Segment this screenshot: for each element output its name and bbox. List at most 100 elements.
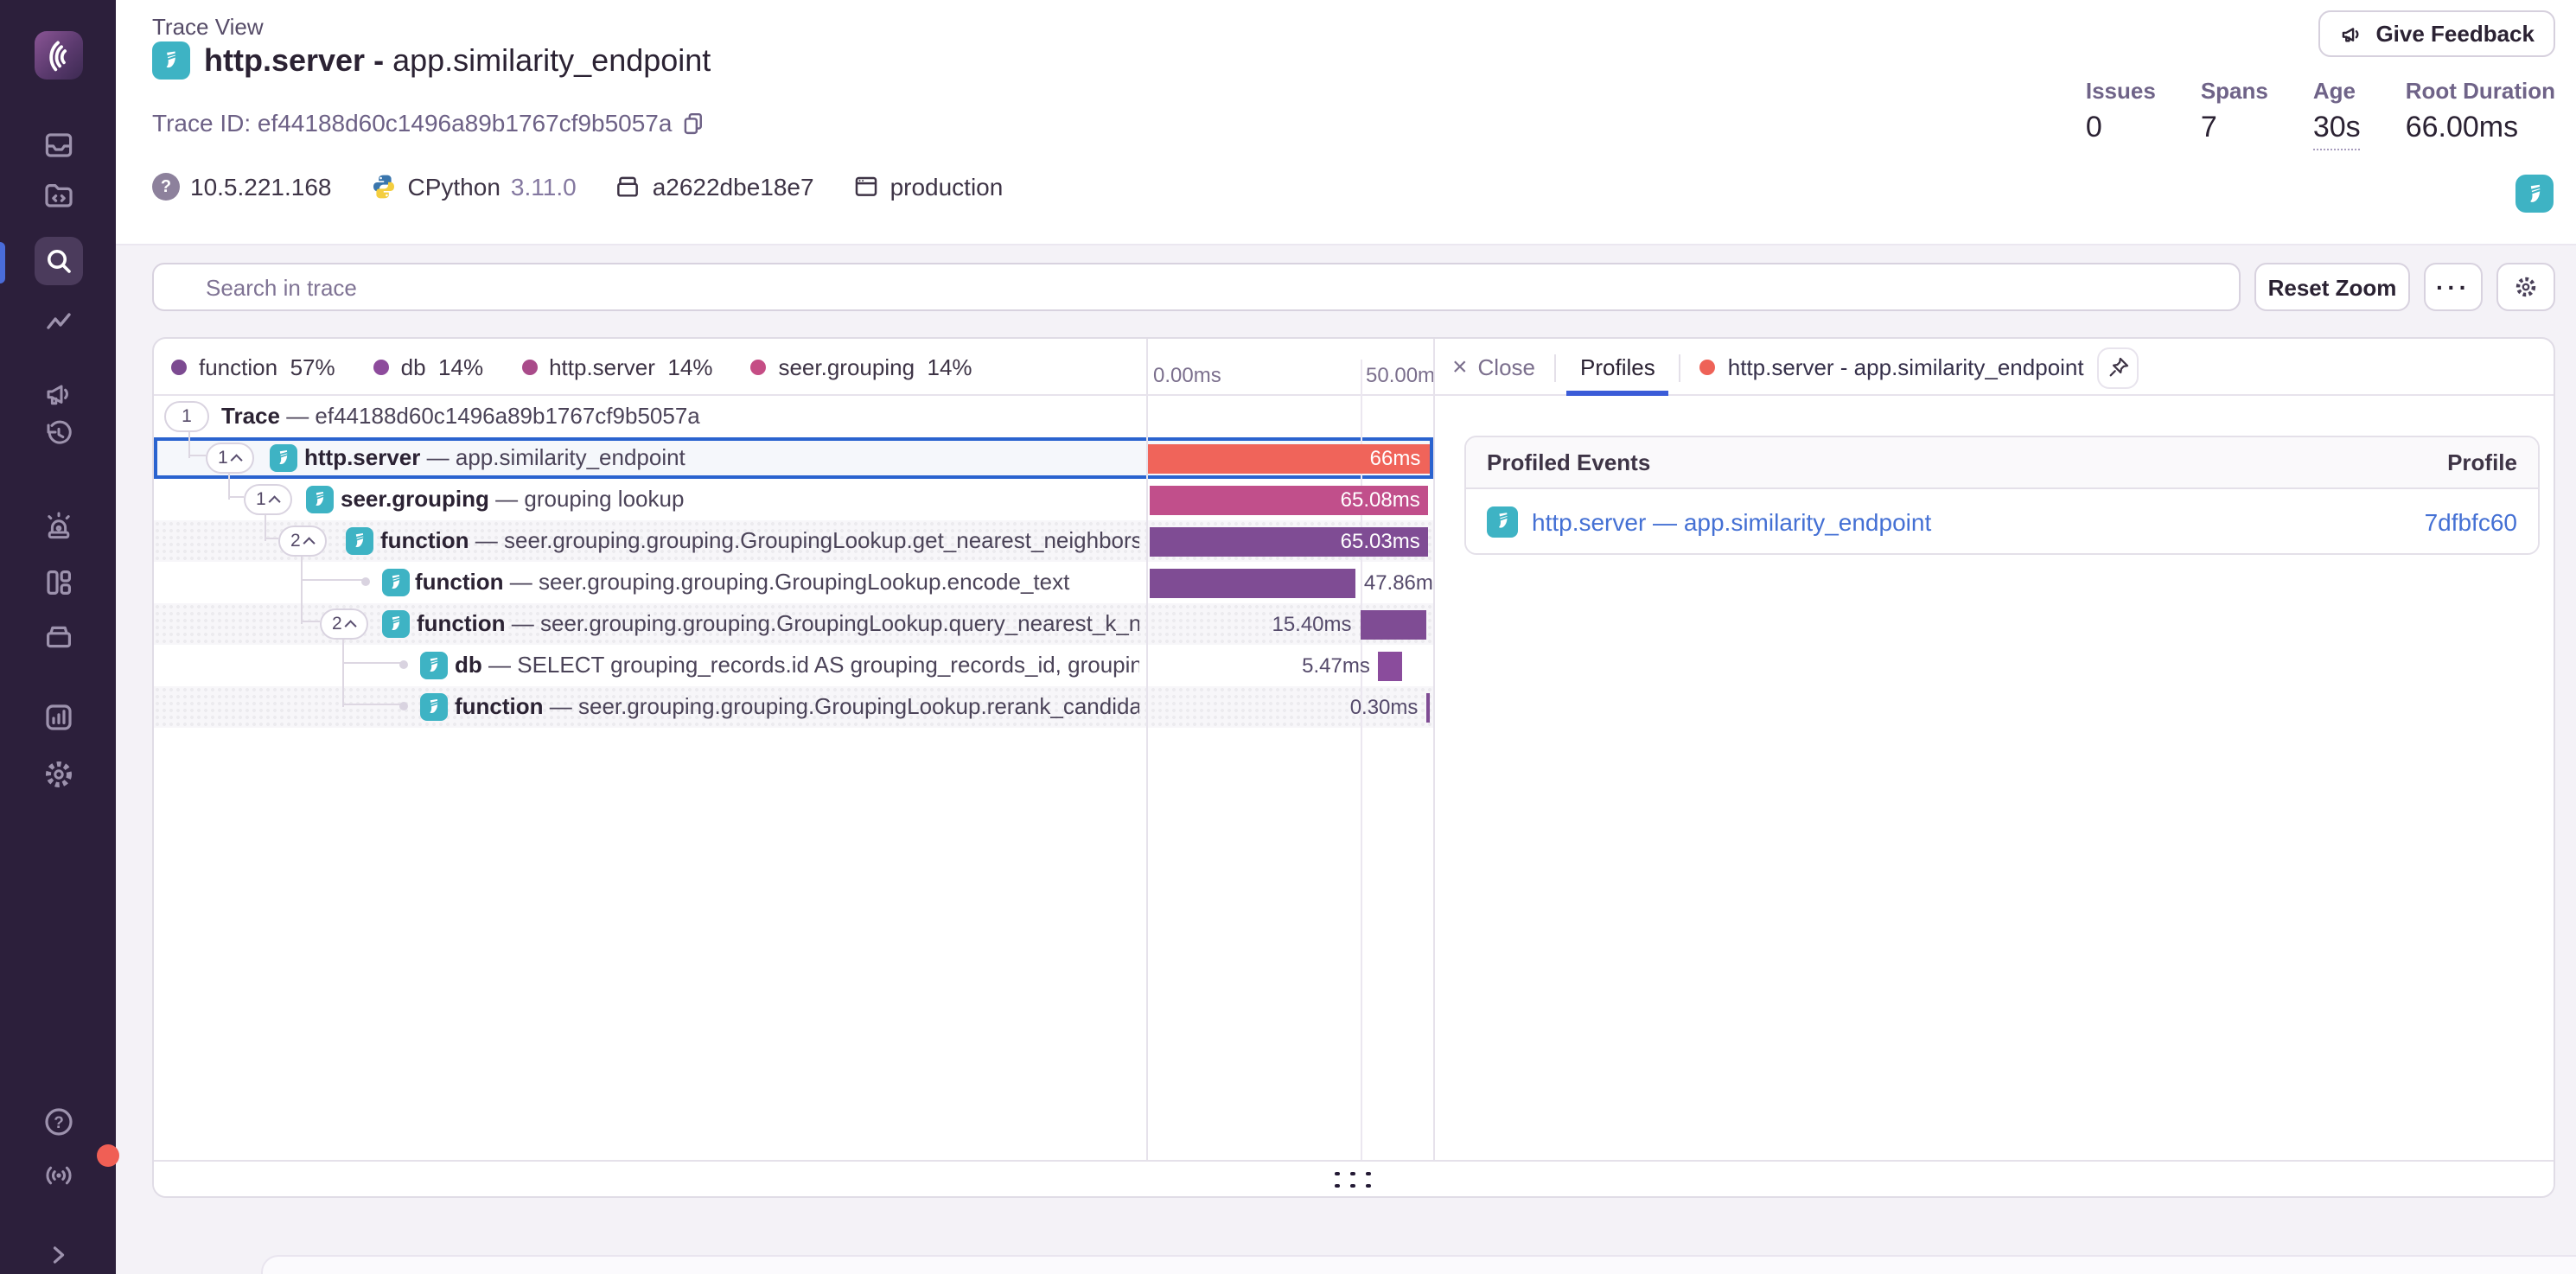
selected-span-tab[interactable]: http.server - app.similarity_endpoint	[1700, 354, 2084, 380]
axis-tick-50ms: 50.00ms	[1366, 363, 1433, 387]
search-input[interactable]	[152, 263, 2241, 311]
release-chip[interactable]: a2622dbe18e7	[615, 173, 814, 201]
runtime-chip[interactable]: CPython 3.11.0	[370, 173, 577, 201]
profiled-events-table: Profiled Events Profile http.server — ap…	[1464, 436, 2540, 555]
row-expand-pill[interactable]: 1	[244, 484, 292, 515]
unknown-user-icon: ?	[152, 173, 180, 201]
flask-span-icon	[382, 569, 410, 596]
megaphone-icon	[2339, 22, 2363, 46]
span-duration-bar[interactable]	[1361, 610, 1426, 640]
stat-spans: Spans 7	[2201, 76, 2268, 150]
sentry-logo[interactable]	[34, 31, 82, 80]
trace-row[interactable]: function — seer.grouping.grouping.Groupi…	[154, 562, 1433, 603]
row-expand-pill[interactable]: 2	[278, 526, 327, 557]
flask-span-icon	[306, 486, 334, 513]
legend-item: function 57%	[171, 354, 335, 380]
trace-row[interactable]: 1 seer.grouping — grouping lookup 65.08m…	[154, 479, 1433, 520]
table-header: Profiled Events Profile	[1466, 437, 2538, 489]
span-duration-bar[interactable]	[1426, 693, 1430, 723]
duration-label: 5.47ms	[1302, 652, 1370, 681]
span-description: function — seer.grouping.grouping.Groupi…	[415, 562, 1139, 603]
whats-new-broadcast-icon[interactable]	[34, 1151, 82, 1200]
span-description: function — seer.grouping.grouping.Groupi…	[417, 603, 1139, 645]
copy-icon[interactable]	[680, 111, 705, 135]
trace-view-app: ? Trace View http.server - app.similarit…	[0, 0, 2576, 1274]
trace-row[interactable]: 1 http.server — app.similarity_endpoint …	[154, 437, 1433, 479]
flask-span-icon	[1487, 506, 1518, 537]
legend-item: db 14%	[373, 354, 483, 380]
table-row: http.server — app.similarity_endpoint 7d…	[1466, 489, 2538, 553]
duration-label: 0.30ms	[1350, 693, 1419, 723]
span-duration-bar[interactable]: 66ms	[1146, 444, 1429, 474]
tab-divider	[1680, 354, 1681, 381]
meta-tags-row: ? 10.5.221.168 CPython 3.11.0 a2622dbe18…	[152, 173, 1003, 201]
projects-icon[interactable]	[34, 171, 82, 220]
span-duration-bar[interactable]	[1150, 569, 1355, 598]
chevron-up-icon	[303, 536, 315, 548]
trace-row[interactable]: 1 Trace — ef44188d60c1496a89b1767cf9b505…	[154, 396, 1433, 437]
header: Trace View http.server - app.similarity_…	[116, 0, 2576, 245]
duration-label: 15.40ms	[1272, 610, 1351, 640]
duration-label: 47.86ms	[1364, 569, 1433, 598]
stat-root-duration: Root Duration 66.00ms	[2406, 76, 2555, 150]
alerts-icon[interactable]	[34, 503, 82, 551]
dashboards-icon[interactable]	[34, 558, 82, 607]
row-expand-pill[interactable]: 1	[206, 443, 254, 474]
settings-icon[interactable]	[34, 750, 82, 799]
replays-icon[interactable]	[34, 410, 82, 458]
flask-project-icon	[152, 41, 190, 80]
detail-panel-divider[interactable]	[1433, 339, 1435, 1160]
trace-title: http.server - app.similarity_endpoint	[204, 42, 711, 79]
svg-text:?: ?	[53, 1114, 63, 1132]
row-waterfall: 5.47ms	[1146, 645, 1433, 686]
row-waterfall: 66ms	[1146, 437, 1433, 479]
trace-row[interactable]: 2 function — seer.grouping.grouping.Grou…	[154, 520, 1433, 562]
row-waterfall: 65.03ms	[1146, 520, 1433, 562]
profile-id-link[interactable]: 7dfbfc60	[2425, 507, 2517, 535]
python-icon	[370, 173, 398, 201]
issues-icon[interactable]	[34, 121, 82, 169]
time-axis: 0.00ms 50.00ms	[1146, 339, 1433, 396]
flask-span-icon	[420, 693, 448, 721]
trace-stats: Issues 0 Spans 7 Age 30s Root Duration 6…	[2086, 76, 2555, 150]
trace-row[interactable]: function — seer.grouping.grouping.Groupi…	[154, 686, 1433, 728]
row-waterfall	[1146, 396, 1433, 437]
help-icon[interactable]: ?	[34, 1098, 82, 1146]
stats-icon[interactable]	[34, 693, 82, 742]
sidebar: ?	[0, 0, 116, 1274]
span-duration-bar[interactable]: 65.08ms	[1150, 486, 1429, 515]
row-expand-pill[interactable]: 1	[164, 401, 209, 432]
expand-sidebar-icon[interactable]	[34, 1231, 82, 1274]
releases-icon[interactable]	[34, 612, 82, 660]
tab-profiles[interactable]: Profiles	[1575, 339, 1661, 396]
trace-settings-button[interactable]	[2496, 263, 2555, 311]
row-expand-pill[interactable]: 2	[320, 608, 368, 640]
more-options-button[interactable]: ···	[2424, 263, 2483, 311]
metrics-icon[interactable]	[34, 299, 82, 347]
trace-row[interactable]: db — SELECT grouping_records.id AS group…	[154, 645, 1433, 686]
active-nav-indicator	[0, 242, 5, 283]
environment-chip[interactable]: production	[852, 173, 1004, 201]
notification-dot	[96, 1144, 118, 1167]
reset-zoom-button[interactable]: Reset Zoom	[2254, 263, 2410, 311]
span-description: function — seer.grouping.grouping.Groupi…	[455, 686, 1139, 728]
legend-dot	[750, 360, 766, 375]
profiled-event-link[interactable]: http.server — app.similarity_endpoint	[1487, 506, 1931, 537]
span-duration-bar[interactable]: 65.03ms	[1150, 527, 1429, 557]
stat-age: Age 30s	[2313, 76, 2361, 150]
user-ip-chip[interactable]: ? 10.5.221.168	[152, 173, 332, 201]
explore-search-icon[interactable]	[34, 237, 82, 285]
trace-row[interactable]: 2 function — seer.grouping.grouping.Grou…	[154, 603, 1433, 645]
span-duration-bar[interactable]	[1379, 652, 1402, 681]
pin-tab-button[interactable]	[2098, 347, 2139, 388]
tree-waterfall-divider[interactable]	[1146, 339, 1148, 1160]
row-waterfall: 47.86ms	[1146, 562, 1433, 603]
release-box-icon	[615, 173, 642, 201]
span-name: app.similarity_endpoint	[392, 42, 711, 77]
bottom-drawer-edge[interactable]	[261, 1255, 2576, 1274]
give-feedback-button[interactable]: Give Feedback	[2318, 10, 2555, 57]
close-tab-button[interactable]: ×Close	[1452, 354, 1535, 380]
drag-handle[interactable]	[1335, 1171, 1373, 1190]
span-description: Trace — ef44188d60c1496a89b1767cf9b5057a	[221, 396, 1139, 437]
flask-span-icon	[382, 610, 410, 638]
